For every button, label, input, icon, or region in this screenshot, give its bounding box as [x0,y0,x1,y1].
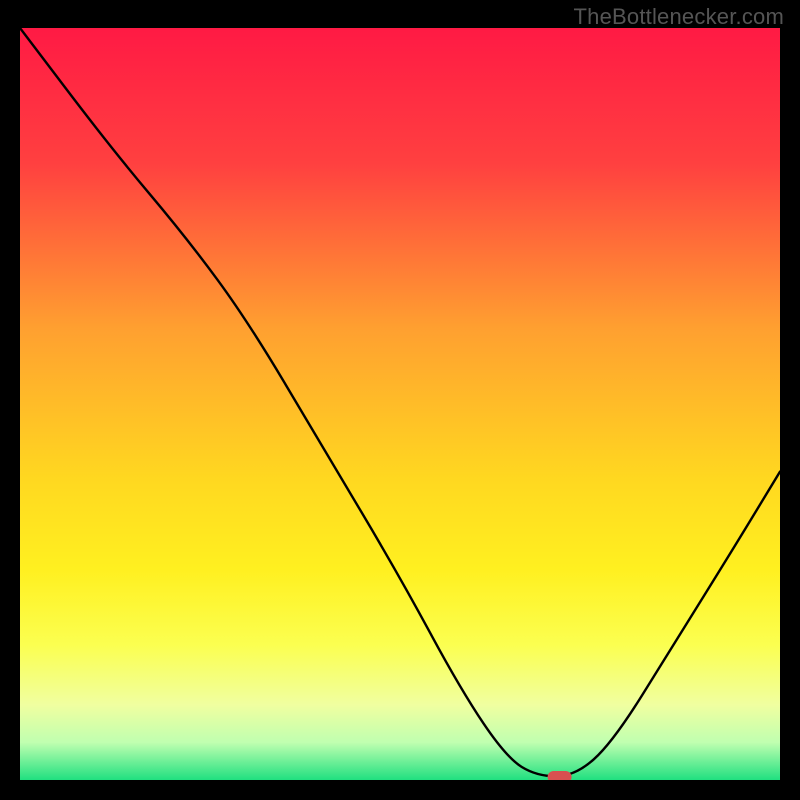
bottleneck-chart [20,28,780,780]
watermark-text: TheBottlenecker.com [574,4,784,30]
chart-plot-area [20,28,780,780]
chart-background [20,28,780,780]
chart-marker [548,771,572,780]
